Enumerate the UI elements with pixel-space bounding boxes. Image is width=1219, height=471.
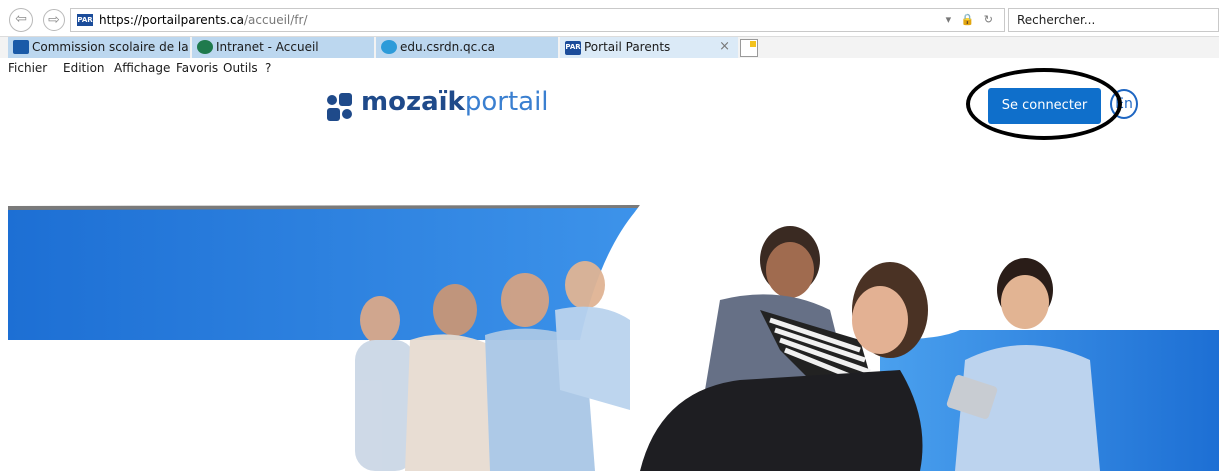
back-arrow-icon: ⇦ — [15, 11, 27, 27]
tab-portail-parents[interactable]: PAR Portail Parents × — [560, 37, 738, 58]
tab-edu-csrdn[interactable]: edu.csrdn.qc.ca — [376, 37, 558, 58]
menu-outils[interactable]: Outils — [223, 61, 258, 75]
menu-fichier[interactable]: Fichier — [8, 61, 47, 75]
menu-affichage[interactable]: Affichage — [114, 61, 170, 75]
ie-icon — [381, 40, 397, 54]
menu-bar: Fichier Edition Affichage Favoris Outils… — [0, 58, 1219, 78]
se-connecter-button[interactable]: Se connecter — [988, 88, 1101, 124]
address-tools-icons[interactable]: ▾ 🔒 ↻ — [946, 13, 996, 26]
tab-label: edu.csrdn.qc.ca — [400, 40, 496, 54]
language-toggle-button[interactable]: En — [1110, 89, 1138, 119]
new-tab-button[interactable] — [740, 39, 758, 57]
site-favicon-icon: PAR — [77, 14, 93, 26]
forward-arrow-icon: ⇨ — [48, 12, 60, 28]
mozaik-logo-icon — [327, 93, 353, 123]
url-text: https://portailparents.ca/accueil/fr/ — [99, 13, 308, 27]
address-bar-row: ⇦ ⇨ PAR https://portailparents.ca/accuei… — [0, 0, 1219, 36]
sharepoint-icon — [197, 40, 213, 54]
back-button[interactable]: ⇦ — [9, 8, 33, 32]
tab-intranet[interactable]: Intranet - Accueil — [192, 37, 374, 58]
menu-favoris[interactable]: Favoris — [176, 61, 218, 75]
search-input[interactable]: Rechercher... — [1008, 8, 1219, 32]
man-with-tablet — [946, 258, 1100, 471]
menu-edition[interactable]: Edition — [63, 61, 105, 75]
tab-label: Intranet - Accueil — [216, 40, 319, 54]
forward-button[interactable]: ⇨ — [43, 9, 65, 31]
tab-label: Portail Parents — [584, 40, 671, 54]
hero-banner-image — [8, 205, 1219, 471]
close-tab-icon[interactable]: × — [719, 39, 730, 54]
tab-commission-scolaire[interactable]: Commission scolaire de la Rivi... — [8, 37, 226, 58]
address-field[interactable]: PAR https://portailparents.ca/accueil/fr… — [70, 8, 1005, 32]
logo-wordmark: mozaïkportail — [361, 87, 549, 117]
tab-bar: Commission scolaire de la Rivi... Intran… — [0, 36, 1219, 58]
fleur-de-lis-icon — [13, 40, 29, 54]
menu-help[interactable]: ? — [265, 61, 271, 75]
par-icon: PAR — [565, 41, 581, 55]
banner-blue-left — [8, 206, 640, 340]
